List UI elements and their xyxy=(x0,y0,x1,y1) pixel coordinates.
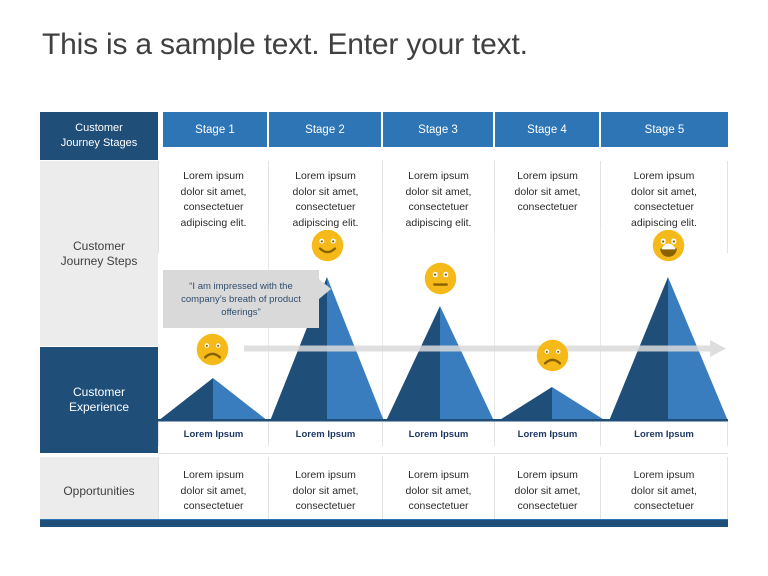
opportunity-text-line: Lorem ipsum xyxy=(633,469,695,481)
step-text-line: dolor sit amet, xyxy=(292,185,359,198)
callout-text: “I am impressed with the company’s breat… xyxy=(163,270,319,328)
step-text-line: consectetuer xyxy=(633,201,695,213)
opportunity-text-line: consectetuer xyxy=(633,500,695,512)
experience-label-text: Lorem Ipsum xyxy=(408,428,469,440)
experience-label-1: Lorem Ipsum xyxy=(158,422,268,446)
experience-label-text: Lorem Ipsum xyxy=(517,428,578,440)
experience-label-text: Lorem Ipsum xyxy=(183,428,244,440)
sentiment-grin-icon-5 xyxy=(652,230,685,262)
step-text-line: adipiscing elit. xyxy=(405,216,472,229)
customer-journey-matrix: Customer Journey Stages Customer Journey… xyxy=(40,112,728,526)
experience-peak-4 xyxy=(498,387,606,421)
opportunity-text-line: dolor sit amet, xyxy=(180,484,247,497)
opportunity-cell-4[interactable]: Lorem ipsum dolor sit amet, consectetuer xyxy=(494,457,600,525)
callout-line: offerings” xyxy=(221,306,261,318)
step-text-line: Lorem ipsum xyxy=(408,170,469,182)
experience-label-text: Lorem Ipsum xyxy=(634,428,694,440)
row-label-line1: Customer xyxy=(72,238,125,253)
step-text-line: adipiscing elit. xyxy=(292,216,359,229)
row-label-opportunities: Opportunities xyxy=(40,457,158,525)
stage-header-1[interactable]: Stage 1 xyxy=(163,112,267,147)
opportunity-cell-1[interactable]: Lorem ipsum dolor sit amet, consectetuer xyxy=(158,457,268,525)
callout-line: company’s breath of product xyxy=(181,293,301,305)
row-label-line2: Journey Stages xyxy=(60,137,138,149)
sentiment-smile-icon-2 xyxy=(311,230,344,262)
callout-line: “I am impressed with the xyxy=(189,280,293,292)
experience-label-2: Lorem Ipsum xyxy=(268,422,382,446)
stage-header-label: Stage 2 xyxy=(305,123,345,136)
experience-label-3: Lorem Ipsum xyxy=(382,422,494,446)
row-label-line2: Journey Steps xyxy=(60,253,138,268)
sentiment-neutral-icon-3 xyxy=(424,262,457,295)
step-text-line: consectetuer xyxy=(408,201,469,213)
page-title: This is a sample text. Enter your text. xyxy=(42,28,528,61)
experience-label-5: Lorem Ipsum xyxy=(600,422,728,446)
sentiment-sad-icon-1 xyxy=(196,333,229,366)
opportunity-text-line: dolor sit amet, xyxy=(405,484,472,497)
opportunity-text-line: Lorem ipsum xyxy=(183,469,244,481)
opportunity-text-line: Lorem ipsum xyxy=(517,469,578,481)
opportunity-text-line: dolor sit amet, xyxy=(631,484,697,497)
bottom-accent-bar xyxy=(40,519,728,527)
experience-peak-3 xyxy=(386,306,494,421)
opportunity-text-line: consectetuer xyxy=(295,500,356,512)
opportunity-text-line: consectetuer xyxy=(408,500,469,512)
callout-pointer xyxy=(319,279,331,299)
experience-peak-1 xyxy=(158,378,268,421)
step-text-line: dolor sit amet, xyxy=(514,185,581,198)
step-text-line: consectetuer xyxy=(517,201,578,213)
step-text-line: Lorem ipsum xyxy=(517,170,578,182)
opportunity-text-line: dolor sit amet, xyxy=(514,484,581,497)
stage-header-label: Stage 4 xyxy=(527,123,567,136)
opportunity-text-line: Lorem ipsum xyxy=(408,469,469,481)
opportunity-cell-3[interactable]: Lorem ipsum dolor sit amet, consectetuer xyxy=(382,457,494,525)
row-label-line2: Experience xyxy=(68,400,130,414)
step-text-line: Lorem ipsum xyxy=(183,170,244,182)
row-label-line1: Customer xyxy=(75,122,123,134)
section-divider xyxy=(158,453,728,454)
stage-header-label: Stage 1 xyxy=(195,123,235,136)
row-label-line1: Customer xyxy=(72,385,125,399)
experience-label-4: Lorem Ipsum xyxy=(494,422,600,446)
step-text-line: dolor sit amet, xyxy=(180,185,247,198)
opportunity-cell-2[interactable]: Lorem ipsum dolor sit amet, consectetuer xyxy=(268,457,382,525)
step-text-line: adipiscing elit. xyxy=(631,216,697,229)
stage-header-label: Stage 5 xyxy=(644,123,685,136)
stage-header-2[interactable]: Stage 2 xyxy=(269,112,381,147)
step-text-line: consectetuer xyxy=(295,201,356,213)
step-text-line: Lorem ipsum xyxy=(633,170,695,182)
stage-header-5[interactable]: Stage 5 xyxy=(601,112,728,147)
opportunity-cell-5[interactable]: Lorem ipsum dolor sit amet, consectetuer xyxy=(600,457,728,525)
step-text-line: Lorem ipsum xyxy=(295,170,356,182)
step-text-line: adipiscing elit. xyxy=(180,216,247,229)
row-label-journey-stages: Customer Journey Stages xyxy=(40,112,158,160)
opportunity-text-line: Lorem ipsum xyxy=(295,469,356,481)
opportunity-text-line: consectetuer xyxy=(183,500,244,512)
opportunity-text-line: dolor sit amet, xyxy=(292,484,359,497)
step-text-line: consectetuer xyxy=(183,201,244,213)
step-text-line: dolor sit amet, xyxy=(405,185,472,198)
row-label-customer-experience: Customer Experience xyxy=(40,347,158,453)
row-label-line1: Opportunities xyxy=(63,483,135,498)
sentiment-sad-icon-4 xyxy=(536,339,569,372)
opportunity-text-line: consectetuer xyxy=(517,500,578,512)
step-text-line: dolor sit amet, xyxy=(631,185,697,198)
row-label-journey-steps: Customer Journey Steps xyxy=(40,161,158,346)
stage-header-4[interactable]: Stage 4 xyxy=(495,112,599,147)
customer-quote-callout: “I am impressed with the company’s breat… xyxy=(163,270,331,328)
experience-label-text: Lorem Ipsum xyxy=(295,428,356,440)
stage-header-label: Stage 3 xyxy=(418,123,458,136)
stage-header-3[interactable]: Stage 3 xyxy=(383,112,493,147)
